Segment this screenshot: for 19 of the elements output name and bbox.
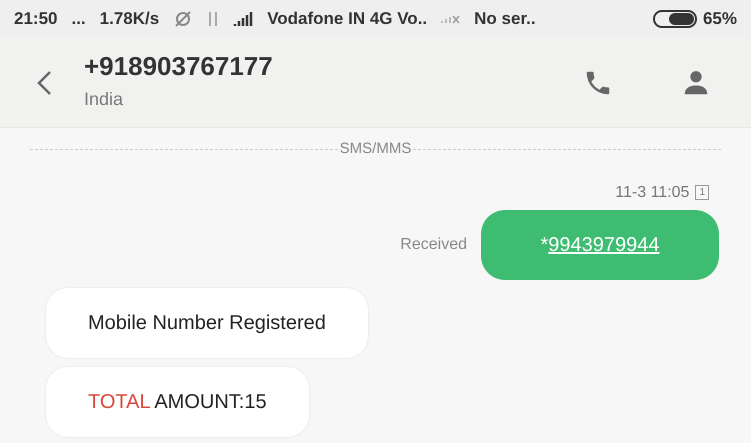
battery-icon: [652, 10, 697, 28]
contact-number: +918903767177: [84, 50, 273, 82]
delivery-status: Received: [400, 234, 467, 254]
message-text: *9943979944: [540, 232, 660, 258]
carrier-name: No ser..: [474, 8, 536, 30]
carrier-name: Vodafone IN 4G Vo..: [267, 8, 428, 30]
battery-percent: 65%: [702, 8, 737, 30]
more-indicator: ...: [71, 8, 86, 30]
message-text: TOTAL AMOUNT:15: [88, 390, 267, 414]
contact-country: India: [84, 88, 124, 110]
sim-badge: 1: [695, 185, 709, 200]
clock: 21:50: [14, 8, 58, 30]
section-label: SMS/MMS: [338, 139, 412, 159]
no-signal-icon: [441, 14, 460, 24]
network-speed: 1.78K/s: [100, 8, 160, 30]
message-text: Mobile Number Registered: [88, 310, 326, 336]
message-time: 11-3 11:05: [615, 182, 690, 202]
phone-link[interactable]: 9943979944: [548, 234, 660, 256]
signal-icon: [233, 11, 254, 27]
